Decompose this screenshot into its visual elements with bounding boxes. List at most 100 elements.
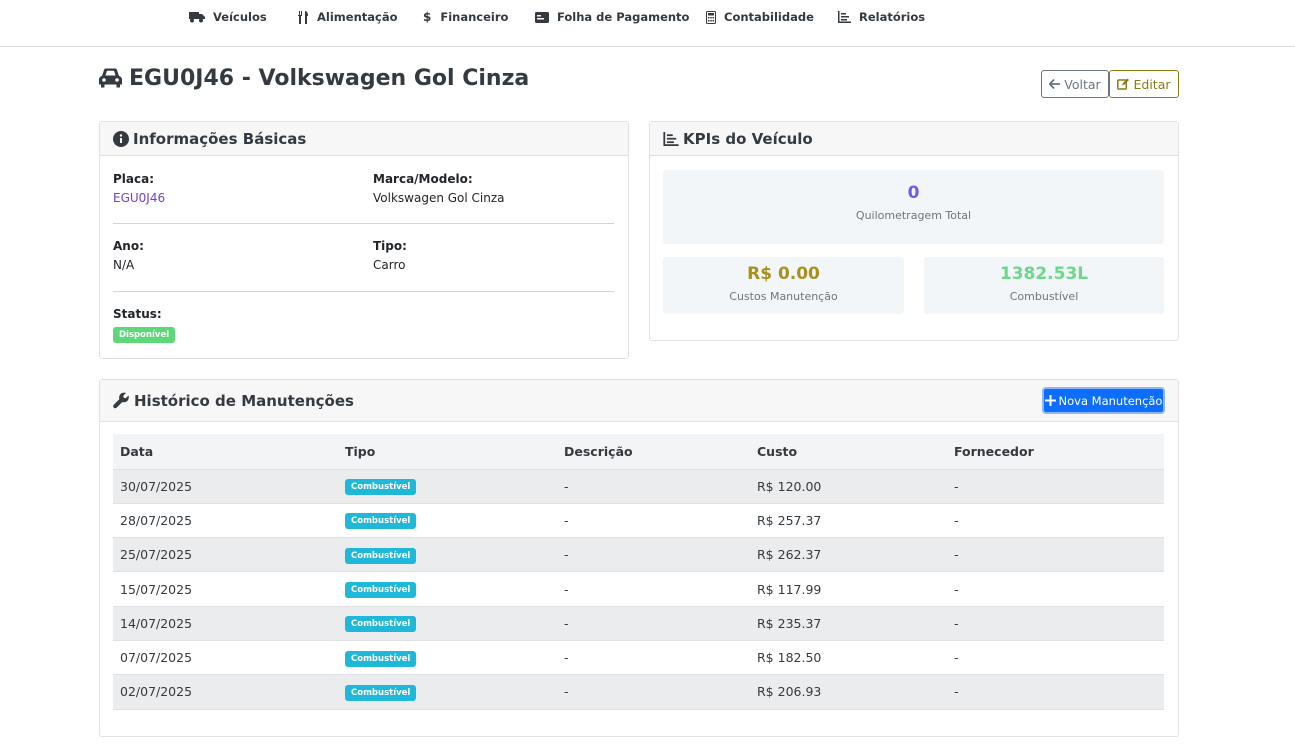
brand-model-label: Marca/Modelo: <box>373 172 473 186</box>
cell-description: - <box>557 674 750 710</box>
brand-model-value: Volkswagen Gol Cinza <box>373 191 505 205</box>
type-badge: Combustível <box>345 547 417 564</box>
nav-item-financeiro[interactable]: $ Financeiro <box>423 0 508 34</box>
new-maintenance-button[interactable]: Nova Manutenção <box>1042 387 1165 414</box>
vehicle-kpis-header: KPIs do Veículo <box>650 122 1178 156</box>
type-label: Tipo: <box>373 239 407 253</box>
cell-date: 25/07/2025 <box>113 537 338 573</box>
cell-supplier: - <box>947 640 1164 676</box>
cell-supplier: - <box>947 503 1164 539</box>
cell-cost: R$ 120.00 <box>750 469 947 504</box>
info-circle-icon <box>113 130 129 147</box>
cell-cost: R$ 182.50 <box>750 640 947 676</box>
type-badge: Combustível <box>345 650 417 667</box>
cell-date: 07/07/2025 <box>113 640 338 676</box>
cell-description: - <box>557 503 750 539</box>
table-row: 15/07/2025 Combustível - R$ 117.99 - <box>113 571 1164 607</box>
cell-supplier: - <box>947 606 1164 641</box>
back-button-label: Voltar <box>1064 76 1101 92</box>
basic-info-header: Informações Básicas <box>100 122 628 156</box>
cell-cost: R$ 262.37 <box>750 537 947 573</box>
nav-item-relatorios[interactable]: Relatórios <box>838 0 925 34</box>
dollar-icon: $ <box>423 10 432 24</box>
nav-item-label: Relatórios <box>859 10 926 24</box>
status-label: Status: <box>113 307 162 321</box>
kpi-mileage: 0 Quilometragem Total <box>663 170 1164 244</box>
status-badge: Disponível <box>113 327 176 343</box>
year-label: Ano: <box>113 239 144 253</box>
cell-cost: R$ 257.37 <box>750 503 947 539</box>
nav-item-alimentacao[interactable]: Alimentação <box>297 0 398 34</box>
kpi-maintenance-cost: R$ 0.00 Custos Manutenção <box>663 257 904 314</box>
cell-supplier: - <box>947 537 1164 573</box>
car-icon <box>99 68 122 88</box>
maintenance-history-card: Histórico de Manutenções Nova Manutenção… <box>99 379 1179 737</box>
divider <box>113 291 614 292</box>
table-row: 30/07/2025 Combustível - R$ 120.00 - <box>113 469 1164 504</box>
column-header-description: Descrição <box>557 434 750 470</box>
basic-info-title: Informações Básicas <box>133 129 307 148</box>
chart-icon <box>663 131 679 146</box>
wrench-icon <box>113 392 129 409</box>
plate-label: Placa: <box>113 172 155 186</box>
cell-description: - <box>557 469 750 504</box>
edit-icon <box>1117 78 1130 90</box>
nav-item-label: Alimentação <box>317 10 398 24</box>
table-row: 02/07/2025 Combustível - R$ 206.93 - <box>113 674 1164 710</box>
back-button[interactable]: Voltar <box>1041 70 1109 98</box>
cell-supplier: - <box>947 571 1164 607</box>
table-row: 07/07/2025 Combustível - R$ 182.50 - <box>113 640 1164 676</box>
kpi-maintenance-value: R$ 0.00 <box>747 264 820 284</box>
cell-cost: R$ 235.37 <box>750 606 947 641</box>
chart-icon <box>838 11 851 23</box>
maintenance-history-header: Histórico de Manutenções <box>100 380 1178 422</box>
cell-date: 14/07/2025 <box>113 606 338 641</box>
kpi-mileage-label: Quilometragem Total <box>855 209 972 222</box>
column-header-supplier: Fornecedor <box>947 434 1164 470</box>
page-title: EGU0J46 - Volkswagen Gol Cinza <box>98 66 529 91</box>
cell-description: - <box>557 537 750 573</box>
cell-description: - <box>557 606 750 641</box>
cell-date: 15/07/2025 <box>113 571 338 607</box>
cell-type: Combustível <box>338 640 557 676</box>
calculator-icon <box>706 10 716 24</box>
status-field: Status: Disponível <box>113 307 176 343</box>
cell-type: Combustível <box>338 571 557 607</box>
cell-description: - <box>557 640 750 676</box>
type-badge: Combustível <box>345 684 417 701</box>
type-badge: Combustível <box>345 616 417 633</box>
edit-button-label: Editar <box>1133 76 1171 92</box>
table-row: 14/07/2025 Combustível - R$ 235.37 - <box>113 606 1164 641</box>
vehicle-kpis-card: KPIs do Veículo 0 Quilometragem Total R$… <box>649 121 1179 341</box>
cell-type: Combustível <box>338 503 557 539</box>
truck-icon <box>189 12 205 23</box>
page-title-text: EGU0J46 - Volkswagen Gol Cinza <box>129 66 530 91</box>
utensils-icon <box>298 10 308 24</box>
kpi-fuel-value: 1382.53L <box>999 264 1089 284</box>
column-header-type: Tipo <box>338 434 557 470</box>
plus-icon <box>1044 395 1056 406</box>
nav-item-folha[interactable]: Folha de Pagamento <box>535 0 689 34</box>
nav-item-contabilidade[interactable]: Contabilidade <box>706 0 814 34</box>
basic-info-card: Informações Básicas Placa: EGU0J46 Marca… <box>99 121 629 359</box>
type-value: Carro <box>373 258 406 272</box>
new-maintenance-label: Nova Manutenção <box>1058 393 1163 408</box>
column-header-date: Data <box>113 434 338 470</box>
cell-date: 28/07/2025 <box>113 503 338 539</box>
year-field: Ano: N/A <box>113 239 144 272</box>
arrow-left-icon <box>1049 79 1061 89</box>
type-badge: Combustível <box>345 582 417 599</box>
edit-button[interactable]: Editar <box>1109 70 1179 98</box>
nav-item-label: Veículos <box>213 10 267 24</box>
table-header-row: Data Tipo Descrição Custo Fornecedor <box>113 434 1164 470</box>
type-badge: Combustível <box>345 513 417 530</box>
year-value: N/A <box>113 258 135 272</box>
cell-supplier: - <box>947 469 1164 504</box>
cell-cost: R$ 206.93 <box>750 674 947 710</box>
maintenance-history-title: Histórico de Manutenções <box>134 391 354 410</box>
nav-item-veiculos[interactable]: Veículos <box>189 0 267 34</box>
table-row: 28/07/2025 Combustível - R$ 257.37 - <box>113 503 1164 539</box>
plate-value: EGU0J46 <box>113 191 166 205</box>
kpi-mileage-value: 0 <box>907 183 920 203</box>
cell-cost: R$ 117.99 <box>750 571 947 607</box>
